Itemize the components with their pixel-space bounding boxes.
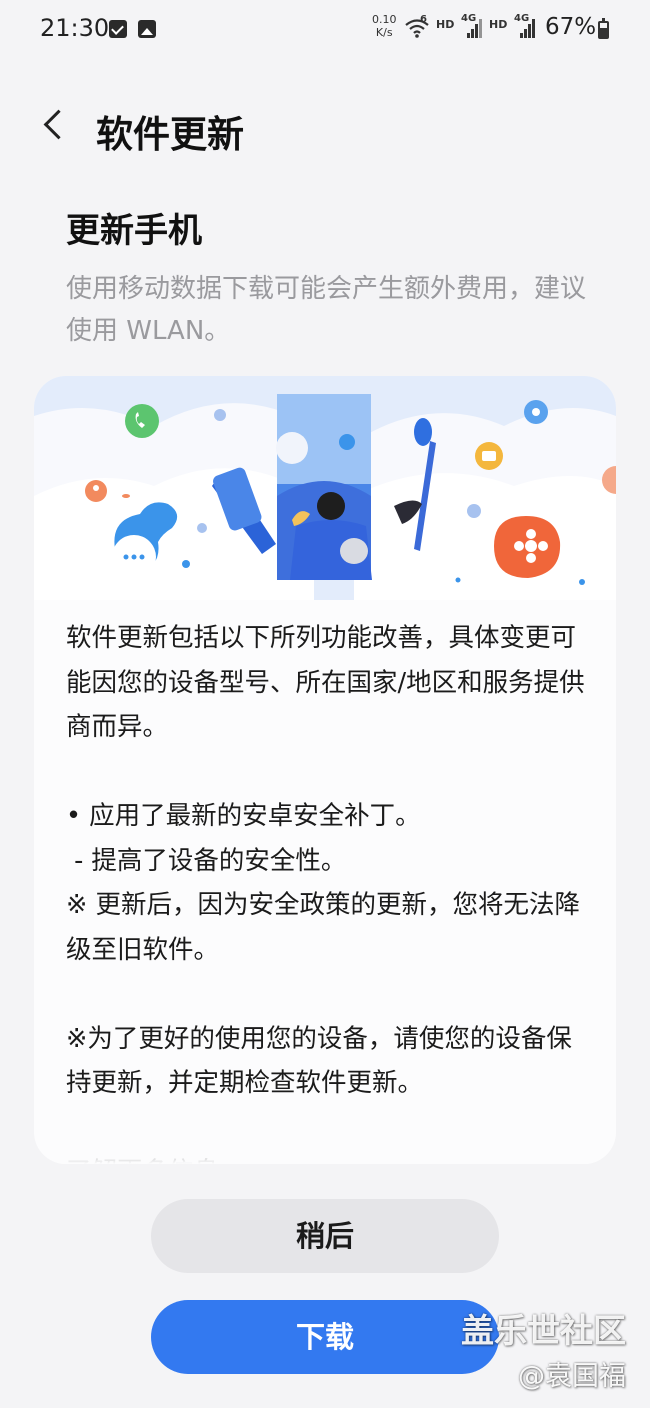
network-speed: 0.10 K/s bbox=[372, 13, 397, 39]
signal-bars-icon bbox=[520, 18, 536, 38]
update-details-card[interactable]: 软件更新包括以下所列功能改善，具体变更可能因您的设备型号、所在国家/地区和服务提… bbox=[34, 376, 616, 1164]
watermark-author: @袁国福 bbox=[518, 1361, 626, 1392]
network-speed-unit: K/s bbox=[375, 26, 393, 39]
mobile-data-notice: 使用移动数据下载可能会产生额外费用，建议使用 WLAN。 bbox=[66, 274, 587, 346]
battery-percentage: 67% bbox=[545, 14, 597, 40]
watermark-community: 盖乐世社区 bbox=[461, 1311, 626, 1350]
hd-badge-1: HD bbox=[436, 18, 455, 31]
wifi-label: 6 bbox=[420, 14, 427, 25]
scroll-fade bbox=[34, 1124, 616, 1164]
sun-icon bbox=[276, 432, 308, 464]
page-title: 软件更新 bbox=[96, 113, 244, 156]
network-speed-value: 0.10 bbox=[372, 13, 397, 26]
battery-icon bbox=[598, 18, 609, 39]
download-button[interactable]: 下载 bbox=[151, 1300, 499, 1374]
checkbox-notification-icon bbox=[109, 20, 127, 38]
later-button[interactable]: 稍后 bbox=[151, 1199, 499, 1273]
phone-call-icon bbox=[125, 404, 159, 438]
app-header: 软件更新 bbox=[0, 90, 650, 170]
section-title: 更新手机 bbox=[66, 211, 202, 251]
battery-fill bbox=[600, 27, 607, 37]
update-illustration bbox=[34, 376, 616, 600]
image-notification-icon bbox=[138, 20, 156, 38]
back-button[interactable] bbox=[36, 106, 76, 146]
hd-badge-2: HD bbox=[489, 18, 508, 31]
status-time: 21:30 bbox=[40, 14, 110, 42]
update-description: 软件更新包括以下所列功能改善，具体变更可能因您的设备型号、所在国家/地区和服务提… bbox=[66, 623, 585, 1164]
signal-bars-icon bbox=[467, 18, 483, 38]
software-update-screen: 21:30 0.10 K/s 6 HD 4G HD 4G 67% 软件更新 更新… bbox=[0, 0, 650, 1408]
person-illustration bbox=[317, 492, 345, 520]
status-bar: 21:30 0.10 K/s 6 HD 4G HD 4G 67% bbox=[0, 0, 650, 60]
